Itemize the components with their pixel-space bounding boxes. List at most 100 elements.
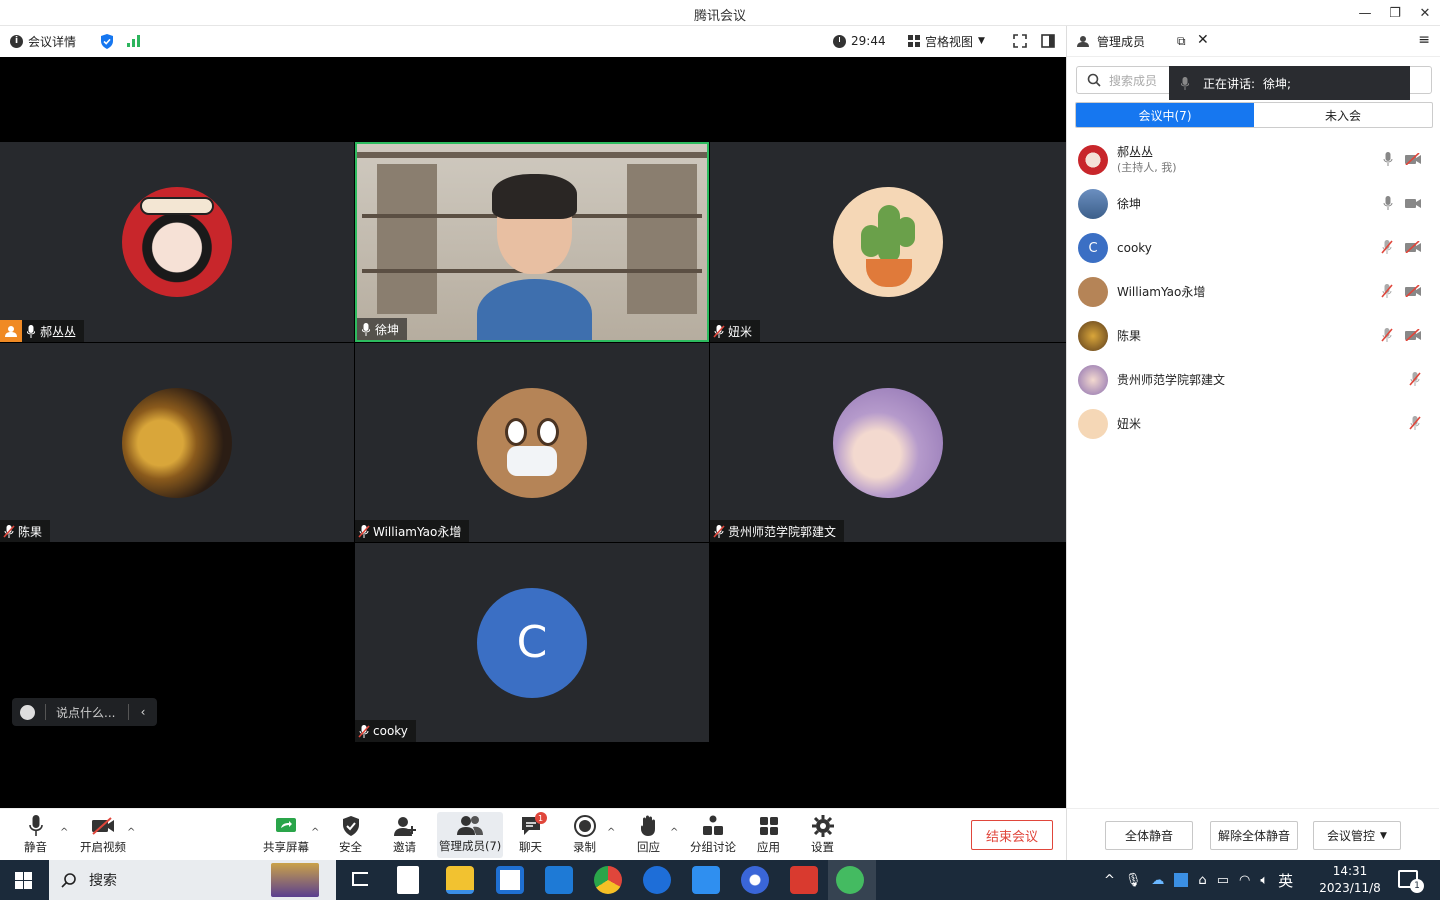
video-tile[interactable]: 郝丛丛 [0, 142, 354, 342]
video-tile[interactable]: 贵州师范学院郭建文 [710, 343, 1066, 542]
camera-off-icon[interactable] [1405, 285, 1421, 297]
mail-app-icon[interactable] [545, 866, 573, 894]
file-explorer-icon[interactable] [446, 866, 474, 894]
list-item[interactable]: 徐坤 [1067, 182, 1439, 226]
muted-microphone-icon[interactable] [1409, 416, 1421, 430]
network-status-button[interactable] [127, 32, 140, 50]
mute-button[interactable]: 静音 [24, 813, 47, 855]
notification-icon[interactable]: 1 [1398, 870, 1424, 893]
cloud-icon[interactable]: ☁ [1151, 873, 1164, 888]
search-highlight-image [271, 863, 319, 897]
avatar-initial: C [1078, 233, 1108, 263]
network-icon[interactable]: ⌂ [1198, 873, 1206, 888]
reaction-button[interactable]: 回应 [637, 813, 660, 855]
video-tile[interactable]: 妞米 [710, 142, 1066, 342]
fullscreen-button[interactable] [1013, 32, 1027, 50]
mute-label: 静音 [24, 840, 47, 854]
chrome-browser-icon[interactable] [594, 866, 622, 894]
toggle-sidebar-button[interactable] [1041, 32, 1055, 50]
member-name: 徐坤 [1117, 196, 1142, 211]
task-view-icon[interactable] [352, 872, 368, 886]
close-window-button[interactable]: ✕ [1410, 0, 1440, 26]
battery-icon[interactable]: ▭ [1217, 873, 1229, 888]
quick-chat-input[interactable]: 说点什么... ‹ [12, 698, 157, 726]
store-app-icon[interactable] [496, 866, 524, 894]
tencent-meeting-app-icon[interactable] [692, 866, 720, 894]
meeting-info-label: 会议详情 [28, 34, 77, 49]
video-tile-active-speaker[interactable]: 徐坤 [355, 142, 709, 342]
share-screen-button[interactable]: 共享屏幕 [263, 813, 309, 855]
volume-icon[interactable]: 🔈︎ [1260, 873, 1268, 888]
taskbar-search[interactable]: 搜索 [49, 860, 336, 900]
minimize-button[interactable]: — [1350, 0, 1380, 26]
chat-button[interactable]: 1 聊天 [519, 812, 547, 855]
collapse-chat-icon[interactable]: ‹ [129, 705, 157, 719]
chevron-up-icon[interactable]: ^ [60, 827, 68, 838]
video-grid: 郝丛丛 徐坤 妞米 陈果 WilliamYao永增 贵州师范学院郭建文 C co… [0, 57, 1066, 808]
chevron-up-icon[interactable]: ^ [607, 827, 615, 838]
list-item[interactable]: 郝丛丛 (主持人, 我) [1067, 138, 1439, 182]
list-item[interactable]: 妞米 [1067, 402, 1439, 446]
invite-button[interactable]: 邀请 [393, 813, 416, 855]
windows-start-icon[interactable] [15, 872, 32, 889]
emoji-icon[interactable] [20, 704, 35, 720]
app-icon[interactable] [741, 866, 769, 894]
pop-out-icon[interactable]: ⧉ [1177, 34, 1186, 49]
wps-app-icon[interactable] [790, 866, 818, 894]
chevron-down-icon: ▼ [1380, 830, 1387, 841]
participant-name: 陈果 [18, 524, 43, 539]
mute-all-button[interactable]: 全体静音 [1105, 821, 1193, 850]
tab-not-joined[interactable]: 未入会 [1254, 103, 1432, 127]
menu-icon[interactable]: ≡ [1418, 32, 1430, 48]
microphone-icon[interactable] [1383, 196, 1393, 210]
notepad-app-icon[interactable] [397, 866, 419, 894]
app-icon[interactable] [643, 866, 671, 894]
start-video-button[interactable]: 开启视频 [80, 813, 126, 855]
end-meeting-button[interactable]: 结束会议 [971, 820, 1053, 850]
timer-text: 29:44 [851, 34, 886, 48]
muted-microphone-icon[interactable] [1409, 372, 1421, 386]
chevron-up-icon[interactable]: ^ [670, 827, 678, 838]
tray-app-icon[interactable] [1174, 873, 1189, 887]
tab-in-meeting[interactable]: 会议中(7) [1076, 103, 1254, 127]
list-item[interactable]: WilliamYao永增 [1067, 270, 1439, 314]
clock[interactable]: 14:31 2023/11/8 [1318, 863, 1382, 897]
title-bar: 腾讯会议 — ❐ ✕ [0, 0, 1440, 26]
chevron-up-icon[interactable]: ^ [127, 827, 135, 838]
microphone-icon[interactable]: 🎙︎ [1125, 873, 1142, 888]
apps-label: 应用 [757, 840, 780, 854]
microphone-icon[interactable] [1383, 152, 1393, 166]
close-panel-icon[interactable]: ✕ [1197, 32, 1209, 48]
wifi-icon[interactable]: ◠ [1239, 873, 1250, 888]
muted-microphone-icon[interactable] [1381, 284, 1393, 298]
camera-off-icon[interactable] [1405, 241, 1421, 253]
view-mode-dropdown[interactable]: 宫格视图 ▼ [908, 32, 985, 50]
chevron-up-icon[interactable]: ^ [1104, 873, 1115, 888]
security-button[interactable]: 安全 [339, 813, 362, 855]
chevron-up-icon[interactable]: ^ [311, 827, 319, 838]
ime-indicator[interactable]: 英 [1278, 870, 1293, 891]
apps-button[interactable]: 应用 [757, 813, 780, 855]
settings-button[interactable]: 设置 [811, 813, 834, 855]
list-item[interactable]: 陈果 [1067, 314, 1439, 358]
security-status-button[interactable] [100, 32, 114, 50]
muted-microphone-icon[interactable] [1381, 328, 1393, 342]
fullscreen-icon [1013, 34, 1027, 48]
video-tile[interactable]: C cooky [355, 543, 709, 742]
meeting-controls-dropdown[interactable]: 会议管控 ▼ [1313, 821, 1401, 850]
record-button[interactable]: 录制 [573, 813, 596, 855]
breakout-rooms-button[interactable]: 分组讨论 [690, 813, 736, 855]
manage-members-button[interactable]: 管理成员(7) [437, 812, 504, 858]
meeting-info-button[interactable]: i 会议详情 [10, 32, 76, 50]
restore-button[interactable]: ❐ [1380, 0, 1410, 26]
video-tile[interactable]: WilliamYao永增 [355, 343, 709, 542]
camera-icon[interactable] [1405, 197, 1421, 209]
camera-off-icon[interactable] [1405, 329, 1421, 341]
list-item[interactable]: C cooky [1067, 226, 1439, 270]
unmute-all-button[interactable]: 解除全体静音 [1210, 821, 1298, 850]
microphone-icon [28, 815, 43, 836]
video-tile[interactable]: 陈果 [0, 343, 354, 542]
list-item[interactable]: 贵州师范学院郭建文 [1067, 358, 1439, 402]
muted-microphone-icon[interactable] [1381, 240, 1393, 254]
camera-off-icon[interactable] [1405, 153, 1421, 165]
